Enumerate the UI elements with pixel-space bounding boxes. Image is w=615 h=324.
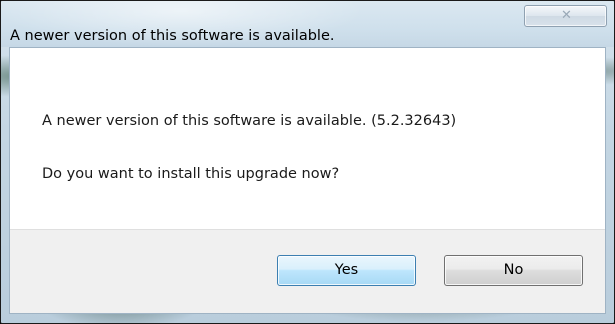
close-icon: ✕ (561, 8, 572, 23)
dialog-content: A newer version of this software is avai… (9, 47, 606, 314)
no-button[interactable]: No (444, 255, 583, 286)
close-button[interactable]: ✕ (524, 5, 607, 27)
message-text: A newer version of this software is avai… (42, 113, 457, 129)
question-text: Do you want to install this upgrade now? (42, 166, 340, 182)
button-bar: Yes No (10, 229, 605, 313)
window-title: A newer version of this software is avai… (10, 28, 335, 44)
yes-button[interactable]: Yes (277, 255, 416, 286)
dialog-window: A newer version of this software is avai… (0, 0, 615, 324)
message-area: A newer version of this software is avai… (10, 48, 605, 229)
title-bar[interactable]: A newer version of this software is avai… (1, 1, 614, 47)
